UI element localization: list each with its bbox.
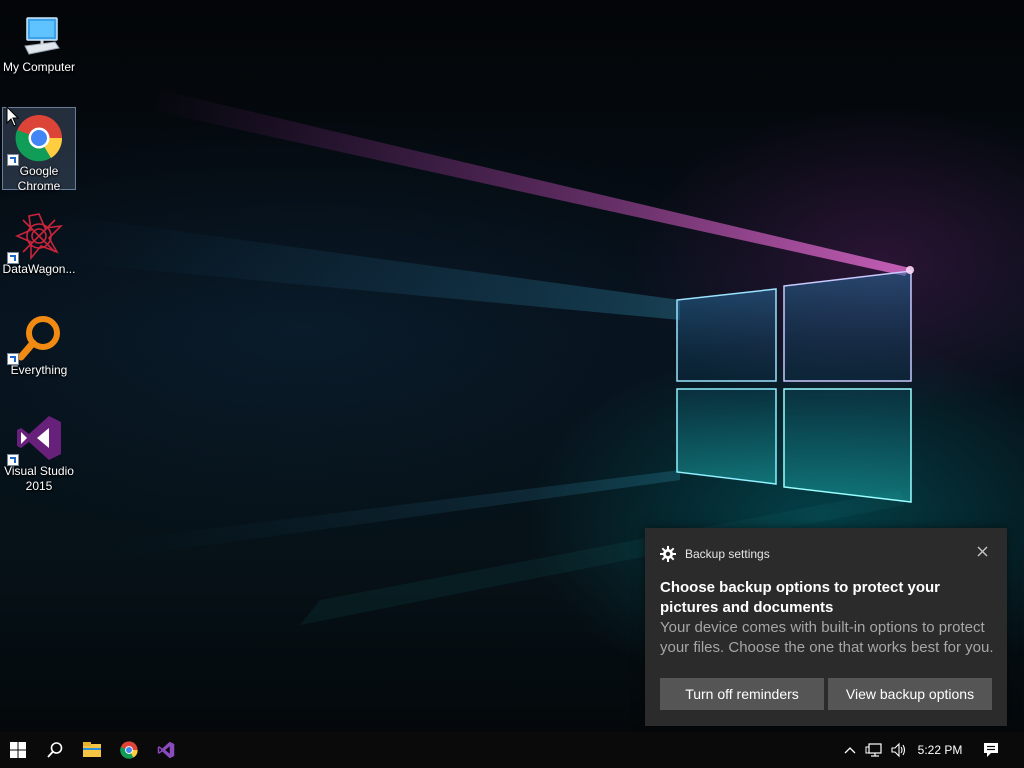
toast-app-name: Backup settings xyxy=(685,547,770,561)
view-backup-options-button[interactable]: View backup options xyxy=(828,678,992,710)
desktop-icon-label: Visual Studio 2015 xyxy=(4,464,74,493)
backup-settings-toast[interactable]: Backup settings Choose backup options to… xyxy=(645,528,1007,726)
shortcut-arrow-icon xyxy=(7,353,19,365)
taskbar-chrome[interactable] xyxy=(111,732,147,768)
toast-header: Backup settings xyxy=(660,546,770,562)
network-icon xyxy=(865,743,882,757)
taskbar: 5:22 PM xyxy=(0,732,1024,768)
chrome-icon xyxy=(7,114,63,166)
network-tray-button[interactable] xyxy=(862,732,886,768)
desktop-icon-label: Google Chrome xyxy=(17,164,61,193)
mouse-cursor-icon xyxy=(6,106,20,127)
search-icon xyxy=(47,742,63,758)
shortcut-arrow-icon xyxy=(7,154,19,166)
desktop-icon-label: DataWagon... xyxy=(2,262,76,276)
desktop-icon-everything[interactable]: Everything xyxy=(2,307,76,379)
taskbar-visual-studio[interactable] xyxy=(148,732,184,768)
file-explorer-icon xyxy=(83,742,101,757)
shortcut-arrow-icon xyxy=(7,454,19,466)
computer-icon xyxy=(15,10,63,58)
start-icon xyxy=(10,742,26,758)
taskbar-file-explorer[interactable] xyxy=(74,732,110,768)
toast-title: Choose backup options to protect your pi… xyxy=(660,579,941,616)
desktop-icon-label: Everything xyxy=(10,363,68,377)
start-button[interactable] xyxy=(0,732,36,768)
gear-icon xyxy=(660,546,676,562)
visual-studio-icon xyxy=(157,741,175,759)
volume-icon xyxy=(891,742,906,758)
desktop-icon-visual-studio[interactable]: Visual Studio 2015 xyxy=(2,408,76,496)
datawagon-icon xyxy=(7,212,64,264)
visual-studio-icon xyxy=(7,414,63,466)
desktop-icon-my-computer[interactable]: My Computer xyxy=(2,4,76,76)
everything-icon xyxy=(7,313,63,365)
volume-tray-button[interactable] xyxy=(886,732,910,768)
chevron-up-icon xyxy=(844,747,856,754)
toast-body: Your device comes with built-in options … xyxy=(660,619,994,656)
turn-off-reminders-button[interactable]: Turn off reminders xyxy=(660,678,824,710)
shortcut-arrow-icon xyxy=(7,252,19,264)
chrome-icon xyxy=(120,741,138,759)
action-center-icon xyxy=(984,743,998,757)
action-center-button[interactable] xyxy=(976,732,1006,768)
close-icon[interactable] xyxy=(973,542,993,562)
taskbar-search-button[interactable] xyxy=(37,732,73,768)
desktop-icon-label: My Computer xyxy=(2,60,76,74)
show-hidden-icons-button[interactable] xyxy=(840,732,860,768)
taskbar-clock[interactable]: 5:22 PM xyxy=(912,732,968,768)
desktop-icon-datawagon[interactable]: DataWagon... xyxy=(2,206,76,278)
